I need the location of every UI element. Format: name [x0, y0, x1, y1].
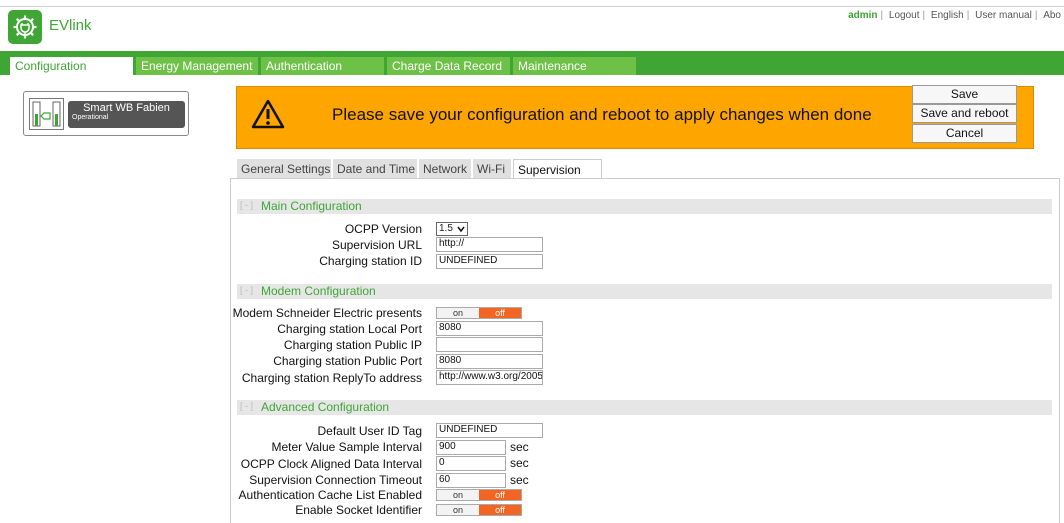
default-user-label: Default User ID Tag — [317, 424, 423, 438]
toggle-on[interactable]: on — [437, 490, 479, 500]
replyto-label: Charging station ReplyTo address — [241, 371, 422, 385]
auth-cache-label: Authentication Cache List Enabled — [238, 488, 422, 502]
about-link[interactable]: Abo — [1040, 10, 1064, 21]
station-id-input[interactable]: UNDEFINED — [436, 254, 543, 269]
public-port-label: Charging station Public Port — [273, 354, 422, 368]
meter-interval-label: Meter Value Sample Interval — [271, 440, 422, 454]
top-divider — [0, 6, 1064, 7]
connection-timeout-unit: sec — [510, 473, 529, 487]
station-card[interactable]: Smart WB Fabien Operational — [23, 91, 189, 136]
modem-presents-label: Modem Schneider Electric presents — [232, 306, 422, 320]
logout-link[interactable]: Logout — [886, 10, 923, 21]
station-label: Smart WB Fabien Operational — [68, 101, 185, 128]
advanced-config-header[interactable]: [ - ] Advanced Configuration — [237, 400, 1052, 415]
evlink-logo — [8, 10, 42, 44]
main-config-header[interactable]: [ - ] Main Configuration — [237, 199, 1052, 214]
section-title: Modem Configuration — [261, 284, 376, 298]
local-port-input[interactable]: 8080 — [436, 321, 543, 336]
section-title: Main Configuration — [261, 199, 362, 213]
save-button[interactable]: Save — [912, 85, 1017, 104]
public-ip-label: Charging station Public IP — [283, 338, 422, 352]
modem-config-header[interactable]: [ - ] Modem Configuration — [237, 284, 1052, 299]
cancel-button[interactable]: Cancel — [912, 124, 1017, 143]
toggle-off[interactable]: off — [479, 490, 521, 500]
collapse-toggle[interactable]: [ - ] — [240, 401, 253, 411]
tab-supervision[interactable]: Supervision? — [513, 159, 602, 197]
user-manual-link[interactable]: User manual — [972, 10, 1035, 21]
warning-icon — [251, 99, 285, 129]
tab-network[interactable]: Network — [419, 159, 471, 179]
socket-id-label: Enable Socket Identifier — [295, 503, 422, 517]
tab-authentication[interactable]: Authentication — [261, 57, 384, 75]
public-port-input[interactable]: 8080 — [436, 354, 543, 369]
tab-general-settings[interactable]: General Settings — [237, 159, 331, 179]
default-user-input[interactable]: UNDEFINED — [436, 423, 543, 438]
collapse-toggle[interactable]: [ - ] — [240, 285, 253, 295]
tab-date-and-time[interactable]: Date and Time — [333, 159, 417, 179]
toggle-on[interactable]: on — [437, 308, 479, 318]
clock-interval-label: OCPP Clock Aligned Data Interval — [240, 457, 422, 471]
tab-charge-data-record[interactable]: Charge Data Record — [387, 57, 510, 75]
toggle-on[interactable]: on — [437, 505, 479, 515]
public-ip-input[interactable] — [436, 337, 543, 352]
socket-id-toggle[interactable]: on off — [436, 504, 522, 516]
ocpp-version-select[interactable]: 1.5 — [436, 222, 468, 236]
modem-presents-toggle[interactable]: on off — [436, 307, 522, 319]
connection-timeout-input[interactable]: 60 — [436, 473, 506, 488]
meter-interval-unit: sec — [510, 440, 529, 454]
language-link[interactable]: English — [928, 10, 967, 21]
clock-interval-unit: sec — [510, 456, 529, 470]
connection-timeout-label: Supervision Connection Timeout — [249, 473, 422, 487]
ocpp-version-value: 1.5 — [439, 223, 453, 234]
tab-maintenance[interactable]: Maintenance — [513, 57, 636, 75]
charging-station-icon — [29, 98, 64, 130]
supervision-url-input[interactable]: http:// — [436, 237, 543, 252]
tab-configuration[interactable]: Configuration — [10, 57, 133, 75]
tab-wifi[interactable]: Wi-Fi — [473, 159, 511, 179]
section-title: Advanced Configuration — [261, 400, 390, 414]
station-status: Operational — [72, 114, 109, 121]
collapse-toggle[interactable]: [ - ] — [240, 200, 253, 210]
ocpp-version-label: OCPP Version — [344, 222, 422, 236]
user-link[interactable]: admin — [845, 10, 880, 21]
station-name: Smart WB Fabien — [83, 102, 170, 114]
top-links: admin | Logout | English | User manual | Abo — [845, 10, 1064, 21]
replyto-input[interactable]: http://www.w3.org/2005/0 — [436, 370, 543, 385]
local-port-label: Charging station Local Port — [277, 322, 422, 336]
tab-supervision-label: Supervision — [518, 163, 581, 177]
banner-message: Please save your configuration and reboo… — [332, 105, 872, 124]
auth-cache-toggle[interactable]: on off — [436, 489, 522, 501]
save-and-reboot-button[interactable]: Save and reboot — [912, 104, 1017, 123]
tab-energy-management[interactable]: Energy Management — [136, 57, 258, 75]
station-id-label: Charging station ID — [319, 254, 422, 268]
gear-plug-icon — [13, 15, 37, 39]
brand-name: EVlink — [49, 17, 92, 34]
clock-interval-input[interactable]: 0 — [436, 456, 506, 471]
toggle-off[interactable]: off — [479, 308, 521, 318]
meter-interval-input[interactable]: 900 — [436, 440, 506, 455]
chevron-down-icon — [457, 226, 465, 232]
toggle-off[interactable]: off — [479, 505, 521, 515]
supervision-url-label: Supervision URL — [331, 238, 422, 252]
